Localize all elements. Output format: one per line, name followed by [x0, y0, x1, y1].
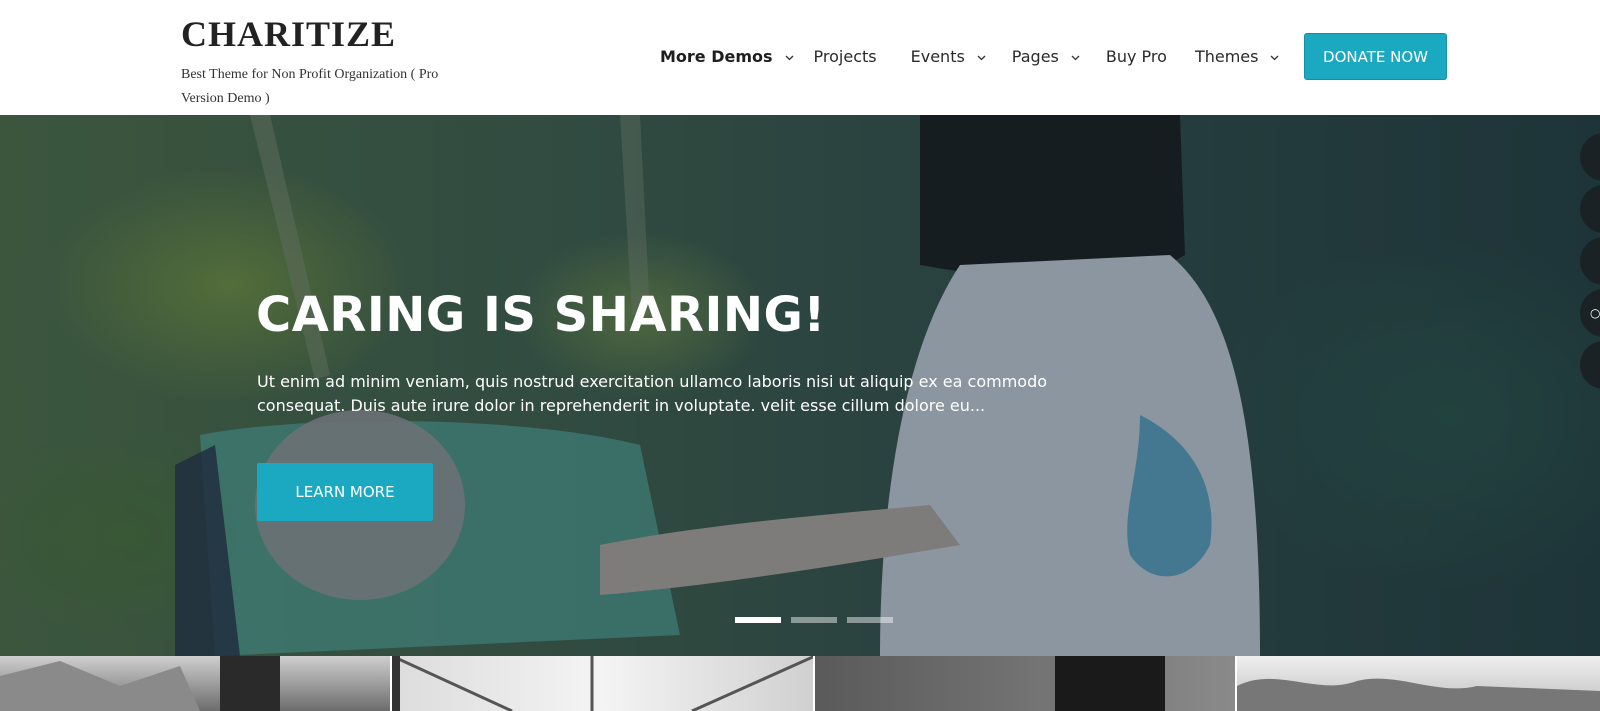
social-icon-1[interactable]	[1580, 133, 1600, 181]
social-icon-2[interactable]	[1580, 185, 1600, 233]
slider-pagination	[735, 617, 903, 623]
donate-now-button[interactable]: DONATE NOW	[1304, 33, 1447, 80]
feature-image-2[interactable]	[392, 656, 815, 711]
nav-item-buy-pro[interactable]: Buy Pro	[1106, 32, 1167, 80]
site-header: CHARITIZE Best Theme for Non Profit Orga…	[0, 0, 1600, 115]
nav-item-label: Pages	[1011, 46, 1059, 66]
slider-dot-3[interactable]	[847, 617, 893, 623]
feature-image-3[interactable]	[815, 656, 1237, 711]
chevron-down-icon	[977, 53, 986, 62]
hero-slider: CARING IS SHARING! Ut enim ad minim veni…	[0, 115, 1600, 656]
nav-item-more-demos[interactable]: More Demos	[660, 32, 794, 80]
slider-dot-1[interactable]	[735, 617, 781, 623]
chevron-down-icon	[1071, 53, 1080, 62]
feature-image-strip	[0, 656, 1600, 711]
nav-item-label: More Demos	[660, 46, 773, 66]
nav-item-pages[interactable]: Pages	[1012, 32, 1080, 80]
feature-image-1[interactable]	[0, 656, 392, 711]
nav-item-label: Events	[910, 46, 965, 66]
feature-image-4[interactable]	[1237, 656, 1600, 711]
social-icon-4[interactable]: ○	[1580, 289, 1600, 337]
chevron-down-icon	[785, 53, 794, 62]
nav-item-themes[interactable]: Themes	[1195, 32, 1280, 80]
share-glyph-icon: ○	[1590, 306, 1600, 320]
social-icon-5[interactable]	[1580, 341, 1600, 389]
nav-item-projects[interactable]: Projects	[814, 32, 877, 80]
nav-item-label: Themes	[1194, 46, 1259, 66]
nav-item-label: Buy Pro	[1105, 46, 1167, 66]
site-title[interactable]: CHARITIZE	[181, 14, 471, 54]
learn-more-button[interactable]: LEARN MORE	[257, 463, 433, 521]
main-nav: More Demos Projects Events Pages Buy Pro…	[660, 32, 1279, 80]
nav-item-events[interactable]: Events	[911, 32, 986, 80]
brand: CHARITIZE Best Theme for Non Profit Orga…	[181, 14, 471, 111]
nav-item-label: Projects	[813, 46, 877, 66]
site-tagline: Best Theme for Non Profit Organization (…	[181, 67, 439, 106]
social-share-bar: ○	[1580, 133, 1600, 393]
slider-dot-2[interactable]	[791, 617, 837, 623]
hero-title: CARING IS SHARING!	[256, 287, 826, 343]
chevron-down-icon	[1270, 53, 1279, 62]
hero-description: Ut enim ad minim veniam, quis nostrud ex…	[257, 372, 1048, 415]
social-icon-3[interactable]	[1580, 237, 1600, 285]
